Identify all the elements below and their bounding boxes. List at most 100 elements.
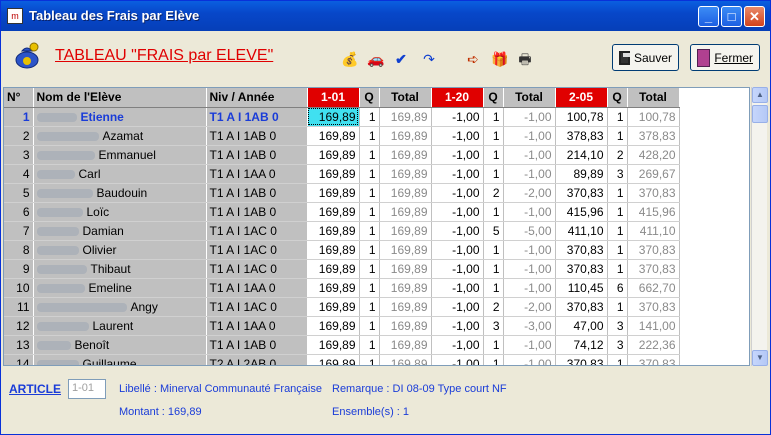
total-1-01[interactable]: 169,89	[379, 278, 432, 298]
row-number[interactable]: 11	[4, 297, 34, 317]
total-2-05[interactable]: 370,83	[627, 259, 680, 279]
total-2-05[interactable]: 141,00	[627, 316, 680, 336]
student-level[interactable]: T1 A I 1AC 0	[206, 297, 308, 317]
total-1-01[interactable]: 169,89	[379, 202, 432, 222]
student-name[interactable]: Laurent	[33, 316, 207, 336]
quantity-1-20[interactable]: 1	[483, 278, 504, 298]
student-level[interactable]: T2 A I 2AB 0	[206, 354, 308, 365]
amount-1-20[interactable]: -1,00	[431, 221, 484, 241]
car-icon[interactable]: 🚗	[367, 51, 384, 67]
amount-1-01[interactable]: 169,89	[307, 202, 360, 222]
quantity-1-01[interactable]: 1	[359, 164, 380, 184]
total-1-01[interactable]: 169,89	[379, 354, 432, 365]
student-level[interactable]: T1 A I 1AA 0	[206, 278, 308, 298]
save-button[interactable]: Sauver	[612, 44, 679, 71]
table-row[interactable]: 9 Thibaut T1 A I 1AC 0 169,89 1 169,89 -1,00 1-…	[4, 259, 680, 279]
amount-1-20[interactable]: -1,00	[431, 183, 484, 203]
amount-2-05[interactable]: 370,83	[555, 240, 608, 260]
fees-grid[interactable]: N° Nom de l'Elève Niv / Année 1-01 Q Tot…	[3, 87, 750, 366]
amount-1-01[interactable]: 169,89	[307, 278, 360, 298]
student-name[interactable]: Baudouin	[33, 183, 207, 203]
table-row[interactable]: 10 Emeline T1 A I 1AA 0 169,89 1 169,89 -1,00 1…	[4, 278, 680, 298]
quantity-1-20[interactable]: 1	[483, 354, 504, 365]
total-2-05[interactable]: 378,83	[627, 126, 680, 146]
student-level[interactable]: T1 A I 1AC 0	[206, 259, 308, 279]
close-window-button[interactable]: ✕	[744, 6, 765, 27]
total-2-05[interactable]: 370,83	[627, 354, 680, 365]
amount-2-05[interactable]: 370,83	[555, 259, 608, 279]
amount-1-20[interactable]: -1,00	[431, 297, 484, 317]
student-name[interactable]: Benoît	[33, 335, 207, 355]
quantity-1-20[interactable]: 2	[483, 297, 504, 317]
column-header-article-1-01[interactable]: 1-01	[307, 88, 360, 108]
total-2-05[interactable]: 411,10	[627, 221, 680, 241]
amount-1-01[interactable]: 169,89	[307, 354, 360, 365]
table-row[interactable]: 1 Etienne T1 A I 1AB 0 169,89 1 169,89 -1,00 1-…	[4, 107, 680, 127]
column-header-number[interactable]: N°	[4, 88, 34, 108]
quantity-1-01[interactable]: 1	[359, 297, 380, 317]
total-1-20[interactable]: -1,00	[503, 202, 556, 222]
table-row[interactable]: 13 Benoît T1 A I 1AB 0 169,89 1 169,89 -1,00 1-…	[4, 335, 680, 355]
amount-1-01[interactable]: 169,89	[307, 164, 360, 184]
row-number[interactable]: 4	[4, 164, 34, 184]
article-link[interactable]: ARTICLE	[9, 382, 61, 396]
amount-2-05[interactable]: 89,89	[555, 164, 608, 184]
quantity-1-20[interactable]: 1	[483, 107, 504, 127]
quantity-1-01[interactable]: 1	[359, 126, 380, 146]
amount-2-05[interactable]: 214,10	[555, 145, 608, 165]
total-1-20[interactable]: -3,00	[503, 316, 556, 336]
total-1-01[interactable]: 169,89	[379, 183, 432, 203]
quantity-1-01[interactable]: 1	[359, 259, 380, 279]
table-row[interactable]: 8 Olivier T1 A I 1AC 0 169,89 1 169,89 -1,00 1-…	[4, 240, 680, 260]
scroll-down-icon[interactable]: ▼	[752, 350, 768, 366]
row-number[interactable]: 14	[4, 354, 34, 365]
quantity-1-01[interactable]: 1	[359, 354, 380, 365]
total-1-20[interactable]: -1,00	[503, 278, 556, 298]
quantity-2-05[interactable]: 1	[607, 126, 628, 146]
quantity-1-01[interactable]: 1	[359, 335, 380, 355]
amount-2-05[interactable]: 370,83	[555, 297, 608, 317]
total-1-20[interactable]: -1,00	[503, 335, 556, 355]
quantity-2-05[interactable]: 3	[607, 164, 628, 184]
total-2-05[interactable]: 415,96	[627, 202, 680, 222]
quantity-2-05[interactable]: 1	[607, 297, 628, 317]
checkmark-icon[interactable]: ✔	[393, 51, 409, 67]
amount-1-01[interactable]: 169,89	[307, 297, 360, 317]
amount-2-05[interactable]: 110,45	[555, 278, 608, 298]
amount-1-01[interactable]: 169,89	[307, 126, 360, 146]
amount-1-01[interactable]: 169,89	[307, 183, 360, 203]
money-bag-icon[interactable]: 💰	[341, 51, 358, 67]
quantity-1-20[interactable]: 1	[483, 335, 504, 355]
amount-1-01[interactable]: 169,89	[307, 107, 360, 127]
printer-icon[interactable]: 🖶	[517, 51, 533, 67]
scrollbar-thumb[interactable]	[752, 105, 768, 123]
amount-2-05[interactable]: 100,78	[555, 107, 608, 127]
total-1-20[interactable]: -1,00	[503, 259, 556, 279]
total-1-20[interactable]: -1,00	[503, 164, 556, 184]
total-1-01[interactable]: 169,89	[379, 259, 432, 279]
amount-2-05[interactable]: 370,83	[555, 183, 608, 203]
amount-1-20[interactable]: -1,00	[431, 164, 484, 184]
table-row[interactable]: 5 Baudouin T1 A I 1AB 0 169,89 1 169,89 -1,00 2…	[4, 183, 680, 203]
quantity-1-20[interactable]: 3	[483, 316, 504, 336]
quantity-1-01[interactable]: 1	[359, 145, 380, 165]
quantity-2-05[interactable]: 1	[607, 354, 628, 365]
student-name[interactable]: Angy	[33, 297, 207, 317]
quantity-1-20[interactable]: 1	[483, 240, 504, 260]
quantity-1-01[interactable]: 1	[359, 221, 380, 241]
student-name[interactable]: Etienne	[33, 107, 207, 127]
row-number[interactable]: 2	[4, 126, 34, 146]
table-row[interactable]: 2 Azamat T1 A I 1AB 0 169,89 1 169,89 -1,00 1 -1…	[4, 126, 680, 146]
gift-icon[interactable]: 🎁	[491, 51, 508, 67]
row-number[interactable]: 6	[4, 202, 34, 222]
amount-1-01[interactable]: 169,89	[307, 221, 360, 241]
row-number[interactable]: 13	[4, 335, 34, 355]
total-2-05[interactable]: 428,20	[627, 145, 680, 165]
row-number[interactable]: 1	[4, 107, 34, 127]
quantity-1-01[interactable]: 1	[359, 240, 380, 260]
row-number[interactable]: 5	[4, 183, 34, 203]
maximize-button[interactable]: □	[721, 6, 742, 27]
column-header-article-1-20[interactable]: 1-20	[431, 88, 484, 108]
quantity-1-01[interactable]: 1	[359, 107, 380, 127]
table-row[interactable]: 6 Loïc T1 A I 1AB 0 169,89 1 169,89 -1,00 1 -1,0…	[4, 202, 680, 222]
